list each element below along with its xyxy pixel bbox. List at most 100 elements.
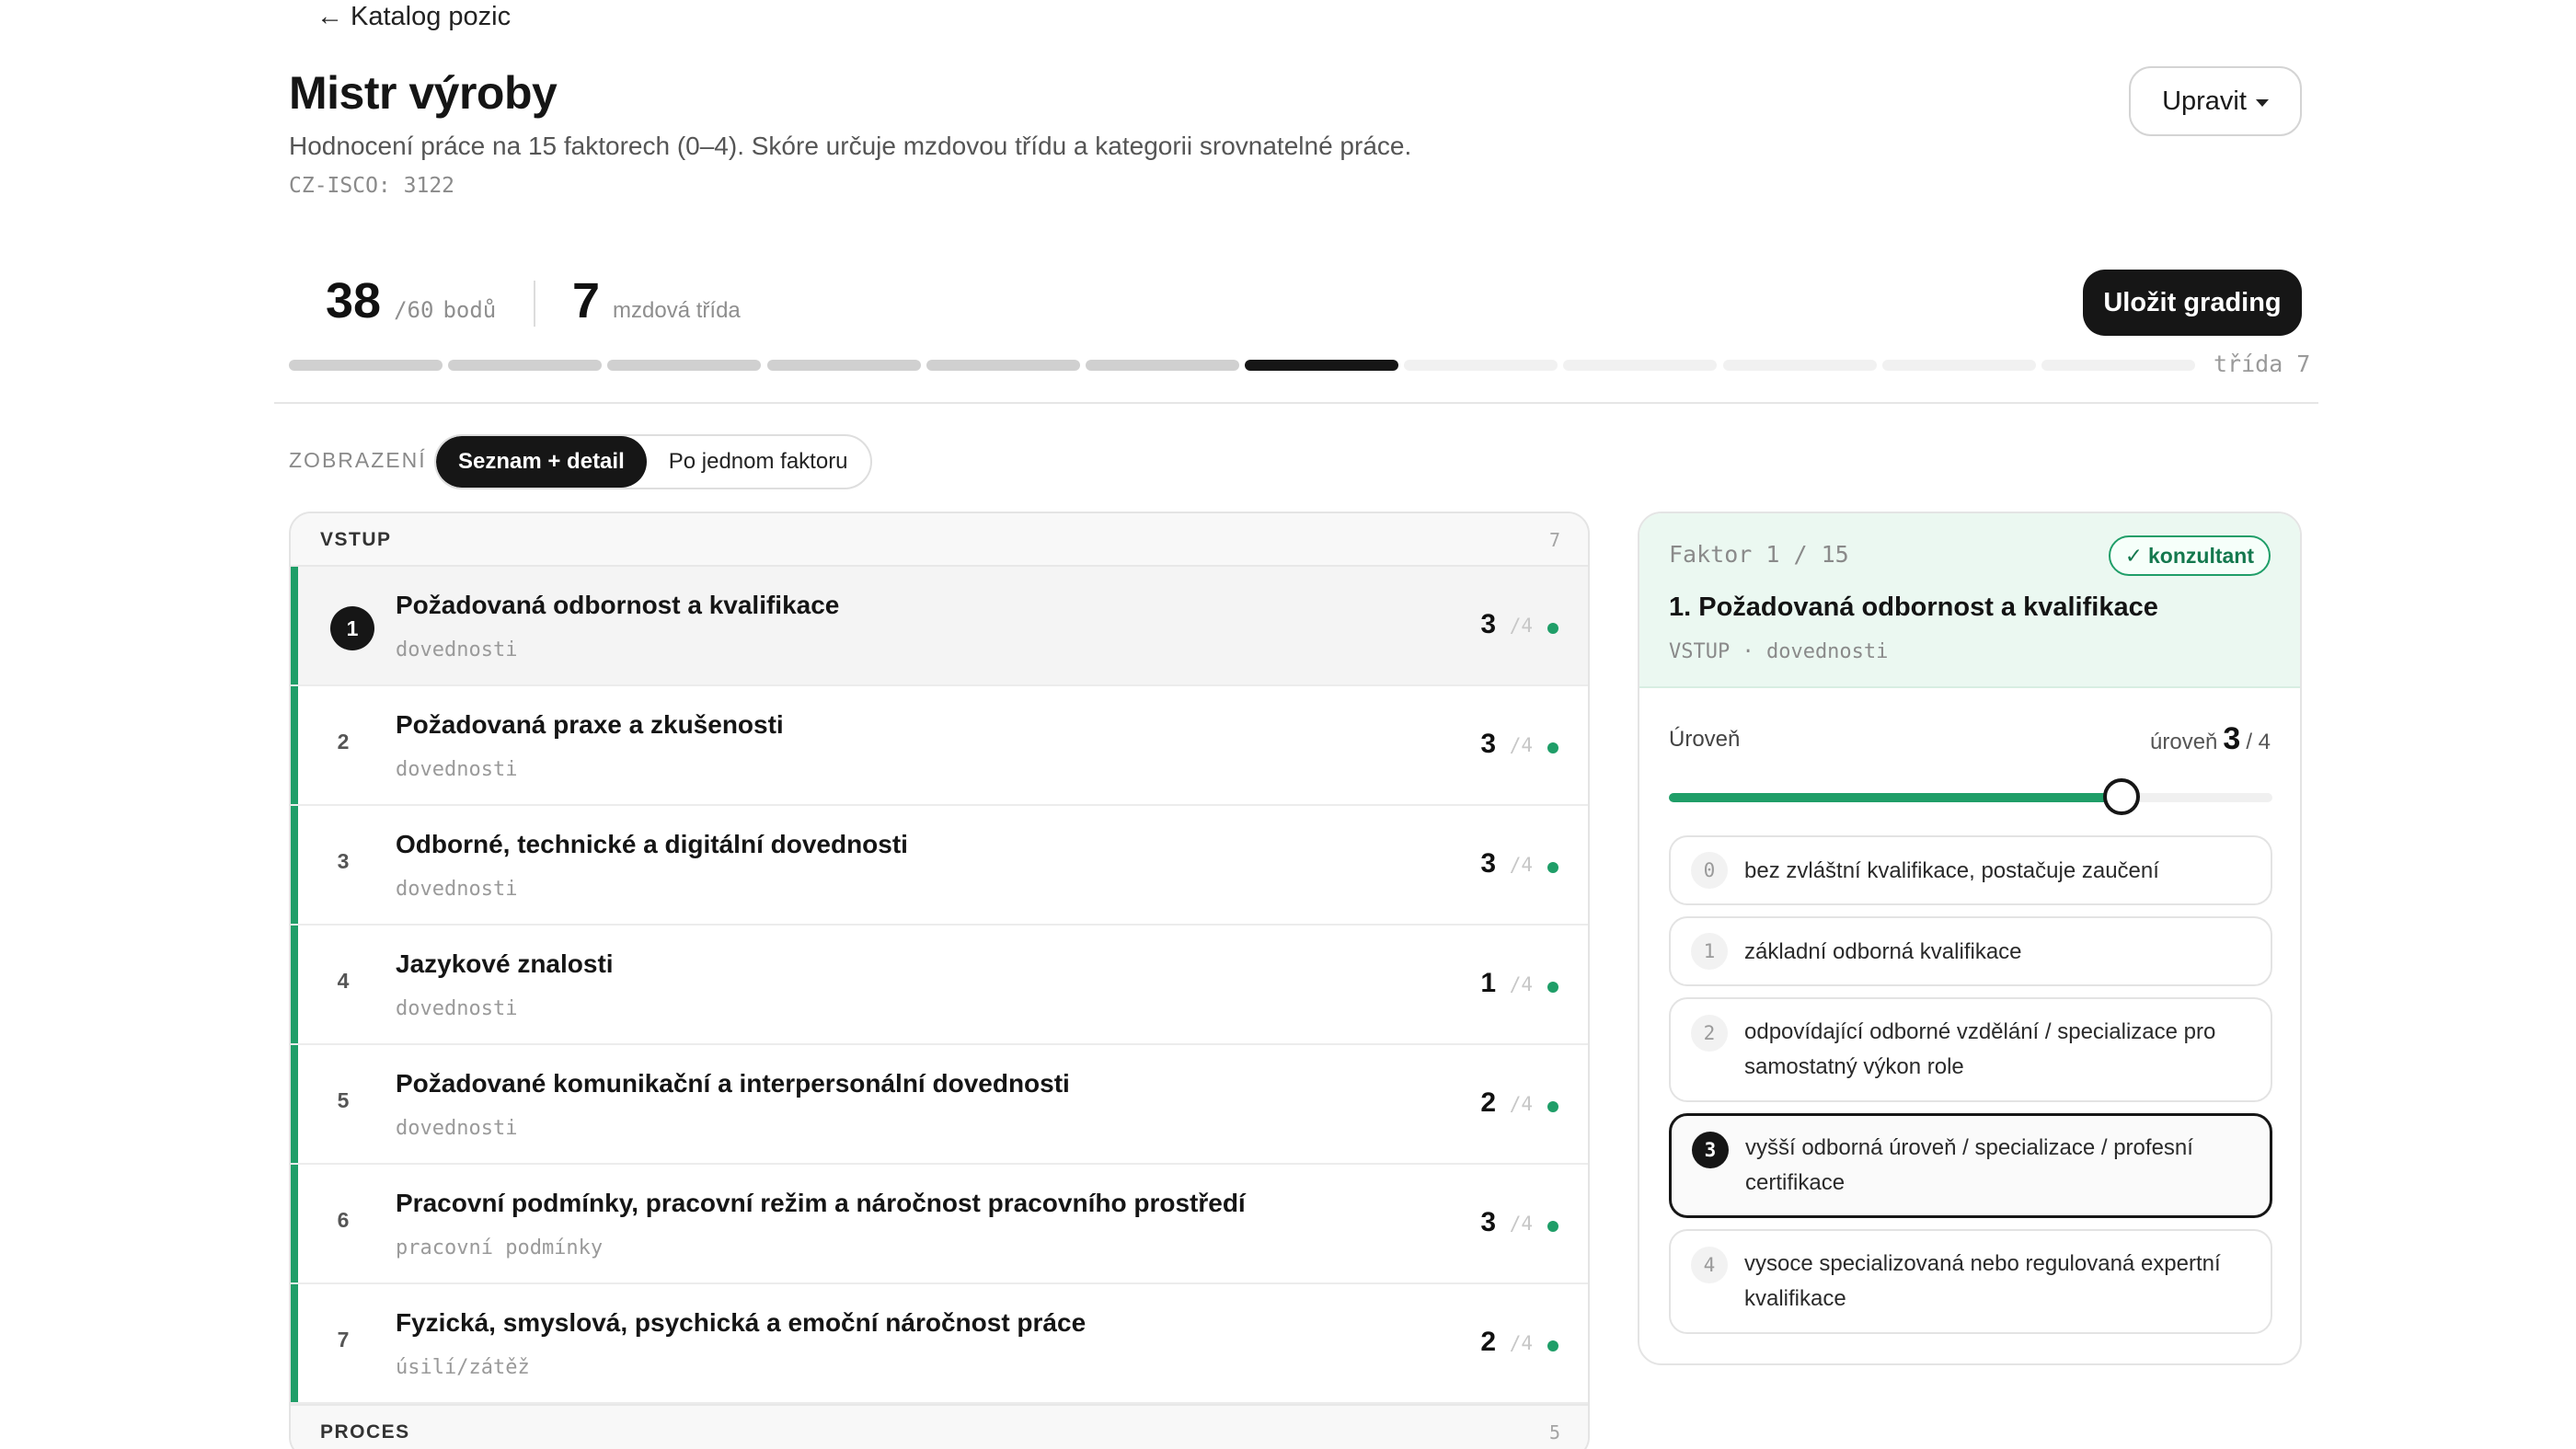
wage-class-segment [2041, 360, 2195, 371]
level-value: 3 [2223, 721, 2241, 756]
factor-number: 1 [330, 606, 374, 650]
level-option-number: 1 [1691, 933, 1728, 970]
wage-class-segment [1881, 360, 2036, 371]
factor-score: 3 [1480, 1207, 1496, 1237]
factor-row-5[interactable]: 5 Požadované komunikační a interpersonál… [291, 1045, 1588, 1165]
wage-class-segment [1245, 360, 1399, 371]
factor-title: Fyzická, smyslová, psychická a emoční ná… [396, 1308, 1087, 1337]
level-slider-thumb[interactable] [2103, 778, 2140, 815]
view-label: ZOBRAZENÍ [289, 448, 427, 472]
factor-category: dovednosti [396, 758, 518, 781]
factor-row-3[interactable]: 3 Odborné, technické a digitální dovedno… [291, 806, 1588, 926]
wage-class-bar [289, 360, 2195, 371]
level-option-number: 3 [1692, 1132, 1729, 1168]
factor-number: 7 [337, 1328, 350, 1351]
check-icon: ✓ [2124, 543, 2143, 568]
factor-index: Faktor 1 / 15 [1669, 541, 1849, 568]
row-accent [291, 926, 298, 1043]
factor-title: Požadované komunikační a interpersonální… [396, 1069, 1070, 1098]
level-slider[interactable] [1669, 778, 2272, 815]
group-name: PROCES [320, 1421, 410, 1443]
factor-row-1[interactable]: 1 Požadovaná odbornost a kvalifikace dov… [291, 567, 1588, 686]
factor-score-max: /4 [1509, 854, 1533, 876]
row-accent [291, 1045, 298, 1163]
wage-class-segment [1722, 360, 1877, 371]
factor-row-2[interactable]: 2 Požadovaná praxe a zkušenosti dovednos… [291, 686, 1588, 806]
level-option-text: odpovídající odborné vzdělání / speciali… [1744, 1019, 2216, 1079]
factor-score: 3 [1480, 609, 1496, 639]
level-option-0[interactable]: 0 bez zvláštní kvalifikace, postačuje za… [1669, 835, 2272, 905]
wage-class-end-label: třída 7 [2214, 351, 2311, 377]
factor-number: 3 [337, 849, 350, 873]
wage-class-segment [448, 360, 603, 371]
factor-category: pracovní podmínky [396, 1236, 604, 1259]
factor-title: Jazykové znalosti [396, 949, 614, 978]
factor-category: úsilí/zátěž [396, 1356, 530, 1379]
view-option-single-factor[interactable]: Po jednom faktoru [647, 436, 870, 488]
factor-list: VSTUP 7 1 Požadovaná odbornost a kvalifi… [289, 512, 1590, 1449]
group-header-vstup: VSTUP 7 [291, 513, 1588, 567]
factor-score: 2 [1480, 1087, 1496, 1118]
level-label: Úroveň [1669, 727, 1741, 752]
factor-score: 3 [1480, 848, 1496, 879]
wage-class-value: 7 [572, 273, 601, 328]
factor-number: 4 [337, 969, 350, 993]
factor-row-7[interactable]: 7 Fyzická, smyslová, psychická a emoční … [291, 1284, 1588, 1404]
wage-class-segment [1085, 360, 1239, 371]
level-readout: úroveň 3 / 4 [2150, 721, 2271, 757]
status-dot-icon [1547, 623, 1558, 634]
factor-row-6[interactable]: 6 Pracovní podmínky, pracovní režim a ná… [291, 1165, 1588, 1284]
header-divider [274, 402, 2318, 404]
level-slider-fill [1669, 793, 2122, 802]
score-unit: bodů [443, 297, 497, 323]
wage-class-segment [926, 360, 1080, 371]
factor-category: dovednosti [396, 878, 518, 901]
level-option-3[interactable]: 3 vyšší odborná úroveň / specializace / … [1669, 1113, 2272, 1218]
group-count: 7 [1548, 529, 1560, 551]
factor-category: dovednosti [396, 1117, 518, 1140]
level-option-text: vysoce specializovaná nebo regulovaná ex… [1744, 1251, 2221, 1311]
row-accent [291, 567, 298, 684]
factor-number: 2 [337, 730, 350, 753]
factor-score-max: /4 [1509, 1332, 1533, 1354]
wage-class-segment [607, 360, 762, 371]
factor-title: Požadovaná odbornost a kvalifikace [396, 591, 840, 619]
level-option-number: 0 [1691, 852, 1728, 889]
level-option-2[interactable]: 2 odpovídající odborné vzdělání / specia… [1669, 997, 2272, 1102]
consultant-badge: ✓ konzultant [2108, 535, 2271, 576]
back-link[interactable]: ← Katalog pozic [316, 2, 511, 32]
factor-score-max: /4 [1509, 1093, 1533, 1115]
row-accent [291, 686, 298, 804]
page: ← Katalog pozic Mistr výroby Hodnocení p… [0, 0, 2576, 1449]
detail-header: Faktor 1 / 15 ✓ konzultant 1. Požadovaná… [1639, 513, 2300, 688]
back-arrow-icon: ← [316, 2, 343, 31]
status-dot-icon [1547, 1221, 1558, 1232]
factor-score-max: /4 [1509, 734, 1533, 756]
wage-class: 7 mzdová třída [572, 272, 741, 329]
wage-class-segment [1404, 360, 1558, 371]
save-grading-button[interactable]: Uložit grading [2083, 270, 2302, 336]
wage-class-segment [289, 360, 443, 371]
factor-score-max: /4 [1509, 1213, 1533, 1235]
row-accent [291, 1165, 298, 1282]
detail-title: 1. Požadovaná odbornost a kvalifikace [1669, 592, 2158, 622]
factor-category: dovednosti [396, 997, 518, 1020]
status-dot-icon [1547, 1340, 1558, 1351]
level-option-4[interactable]: 4 vysoce specializovaná nebo regulovaná … [1669, 1229, 2272, 1334]
level-option-1[interactable]: 1 základní odborná kvalifikace [1669, 916, 2272, 986]
factor-score: 3 [1480, 729, 1496, 759]
factor-score-max: /4 [1509, 973, 1533, 995]
row-accent [291, 806, 298, 924]
wage-class-segment [766, 360, 921, 371]
level-option-text: vyšší odborná úroveň / specializace / pr… [1745, 1135, 2193, 1195]
factor-title: Odborné, technické a digitální dovednost… [396, 830, 908, 858]
view-option-list-detail[interactable]: Seznam + detail [436, 436, 647, 488]
factor-row-4[interactable]: 4 Jazykové znalosti dovednosti 1 /4 [291, 926, 1588, 1045]
edit-button[interactable]: Upravit [2129, 66, 2302, 136]
level-max: / 4 [2246, 730, 2271, 754]
edit-button-label: Upravit [2162, 86, 2247, 116]
back-link-label: Katalog pozic [351, 2, 512, 31]
chevron-down-icon [2255, 99, 2269, 107]
page-title: Mistr výroby [289, 67, 558, 119]
isco-code: CZ-ISCO: 3122 [289, 174, 455, 198]
